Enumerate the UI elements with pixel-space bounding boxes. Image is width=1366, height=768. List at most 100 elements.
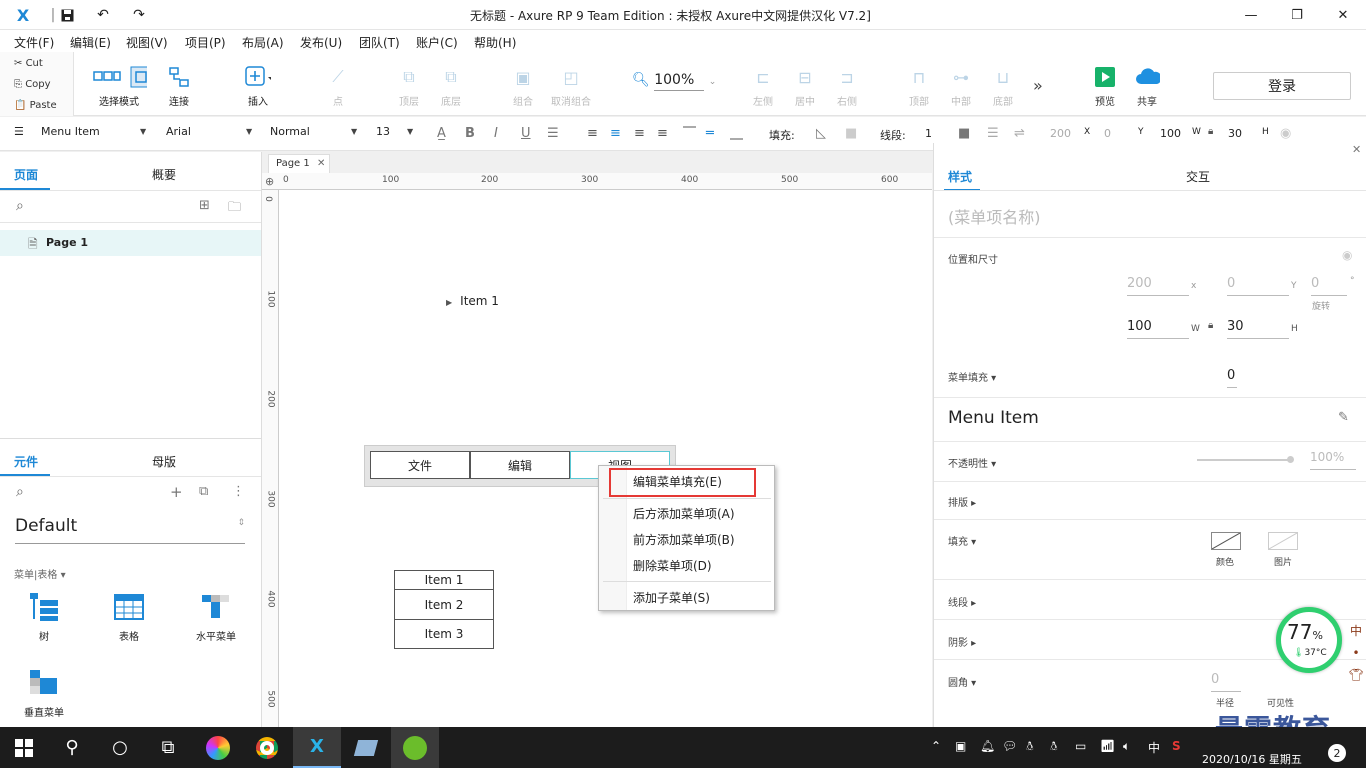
menu-help[interactable]: 帮助(H): [474, 34, 516, 51]
menu-publish[interactable]: 发布(U): [300, 34, 342, 51]
valign-middle-icon[interactable]: ═: [706, 126, 714, 141]
menu-view[interactable]: 视图(V): [126, 34, 168, 51]
align-text-justify-icon[interactable]: ≡: [657, 126, 668, 141]
line-width-value[interactable]: 1: [925, 127, 932, 140]
volume-icon[interactable]: 🔈︎: [1123, 739, 1130, 754]
temperature-gauge[interactable]: 77% 🌡︎37°C: [1276, 607, 1342, 673]
menu-team[interactable]: 团队(T): [359, 34, 400, 51]
image-app-icon[interactable]: [391, 727, 439, 768]
search-taskbar-icon[interactable]: ⚲: [48, 727, 96, 768]
share-button[interactable]: 共享: [1119, 64, 1175, 108]
zoom-control[interactable]: 🔍︎ 100% ⌄: [632, 72, 716, 91]
bullet-list-icon[interactable]: ☰: [547, 126, 559, 141]
y-input[interactable]: 0: [1227, 276, 1289, 296]
corner-label[interactable]: 圆角 ▾: [948, 674, 976, 689]
align-text-center-icon[interactable]: ≡: [610, 126, 621, 141]
login-button[interactable]: 登录: [1213, 72, 1351, 100]
height-input[interactable]: 30: [1227, 319, 1289, 339]
menu-layout[interactable]: 布局(A): [242, 34, 284, 51]
tab-pages[interactable]: 页面: [14, 166, 38, 183]
text-color-icon[interactable]: A̲: [437, 126, 446, 141]
widget-category[interactable]: 菜单|表格 ▾: [14, 566, 66, 581]
lock-icon[interactable]: 🔒︎: [1208, 126, 1213, 137]
library-options-icon[interactable]: ⧉: [199, 484, 208, 499]
close-panel-icon[interactable]: ✕: [1352, 143, 1361, 156]
widget-vertical-menu[interactable]: 垂直菜单: [14, 668, 74, 719]
battery-icon[interactable]: ▭: [1075, 739, 1086, 753]
tray-app-icon[interactable]: ▣: [955, 739, 966, 753]
point-button[interactable]: ⟋ 点: [310, 64, 366, 108]
axure-taskbar-icon[interactable]: X: [293, 727, 341, 768]
undo-icon[interactable]: ↶: [94, 6, 112, 24]
more-tools-icon[interactable]: »: [1033, 76, 1043, 95]
width-input[interactable]: 100: [1127, 319, 1189, 339]
fill-image-icon[interactable]: ■: [845, 126, 857, 141]
format-h-value[interactable]: 30: [1228, 127, 1242, 140]
tab-page-1[interactable]: Page 1 ✕: [268, 154, 330, 173]
task-view-icon[interactable]: ⧉: [144, 727, 192, 768]
opacity-slider[interactable]: [1197, 459, 1289, 461]
tab-style[interactable]: 样式: [948, 168, 972, 185]
align-text-left-icon[interactable]: ≡: [587, 126, 598, 141]
line-style-icon[interactable]: ☰: [987, 126, 999, 141]
redo-icon[interactable]: ↷: [130, 6, 148, 24]
tab-masters[interactable]: 母版: [152, 453, 176, 470]
expand-arrow-icon[interactable]: ▶: [446, 298, 452, 307]
add-folder-icon[interactable]: 🗀: [228, 198, 241, 220]
sogou-icon[interactable]: S: [1172, 739, 1181, 753]
arrow-style-icon[interactable]: ⇌: [1014, 126, 1025, 141]
opacity-input[interactable]: 100%: [1310, 450, 1356, 470]
cortana-icon[interactable]: ○: [96, 727, 144, 768]
start-button[interactable]: [0, 727, 48, 768]
send-bottom-button[interactable]: ⧉ 底层: [423, 64, 479, 108]
chrome-icon[interactable]: [243, 727, 291, 768]
menu-fill-input[interactable]: 0: [1227, 368, 1237, 388]
copy-button[interactable]: ⎘ Copy: [14, 79, 51, 90]
format-x-value[interactable]: 200: [1050, 127, 1071, 140]
widget-table[interactable]: 表格: [99, 592, 159, 643]
ctx-add-item-after[interactable]: 后方添加菜单项(A): [633, 505, 735, 522]
close-tab-icon[interactable]: ✕: [317, 158, 325, 169]
ctx-delete-item[interactable]: 删除菜单项(D): [633, 557, 712, 574]
fill-color-icon[interactable]: ◺: [816, 126, 826, 141]
visibility-eye-icon[interactable]: ◉: [1280, 126, 1291, 141]
insert-button[interactable]: 插入: [230, 64, 286, 108]
font-size-select[interactable]: 13: [376, 125, 390, 138]
network-icon[interactable]: 📶︎: [1100, 739, 1115, 753]
corner-radius-input[interactable]: 0: [1211, 672, 1241, 692]
connect-button[interactable]: 连接: [151, 64, 207, 108]
valign-top-icon[interactable]: ⎺: [683, 126, 696, 141]
border-label[interactable]: 线段 ▸: [948, 594, 976, 609]
qq-icon[interactable]: 🐧︎: [1026, 739, 1033, 755]
search-widgets-icon[interactable]: ⌕: [16, 484, 24, 500]
menu-edit[interactable]: 编辑(E): [70, 34, 111, 51]
rotation-input[interactable]: 0: [1311, 276, 1347, 296]
underline-icon[interactable]: U: [521, 126, 531, 141]
shadow-label[interactable]: 阴影 ▸: [948, 634, 976, 649]
restore-button[interactable]: ❐: [1274, 0, 1320, 30]
align-text-right-icon[interactable]: ≡: [634, 126, 645, 141]
notification-badge[interactable]: 2: [1328, 744, 1346, 762]
widget-type-select[interactable]: Menu Item: [41, 125, 100, 138]
menu-file[interactable]: 文件(F): [14, 34, 54, 51]
valign-bottom-icon[interactable]: ⎽: [730, 126, 743, 141]
widget-name-input[interactable]: (菜单项名称): [948, 204, 1041, 228]
more-menu-icon[interactable]: ⋮: [232, 484, 245, 499]
tab-outline[interactable]: 概要: [152, 166, 176, 183]
tray-expand-icon[interactable]: ⌃: [931, 739, 941, 753]
paste-button[interactable]: 📋 Paste: [14, 100, 57, 111]
eye-icon[interactable]: ◉: [1342, 248, 1352, 262]
x-input[interactable]: 200: [1127, 276, 1189, 296]
widget-tree[interactable]: 树: [14, 592, 74, 643]
select-mode-button[interactable]: 选择模式: [82, 64, 156, 108]
close-button[interactable]: ✕: [1320, 0, 1366, 30]
add-page-icon[interactable]: ⊞: [199, 198, 210, 213]
tree-widget[interactable]: ▶ Item 1: [446, 294, 499, 308]
lock-ratio-icon[interactable]: 🔒︎: [1208, 320, 1213, 331]
font-weight-select[interactable]: Normal: [270, 125, 310, 138]
ungroup-button[interactable]: ◰ 取消组合: [543, 64, 599, 109]
ctx-edit-menu-fill[interactable]: 编辑菜单填充(E): [633, 473, 722, 490]
save-icon[interactable]: [58, 6, 76, 24]
library-select[interactable]: Default ⇕: [15, 516, 245, 544]
photos-app-icon[interactable]: [194, 727, 242, 768]
